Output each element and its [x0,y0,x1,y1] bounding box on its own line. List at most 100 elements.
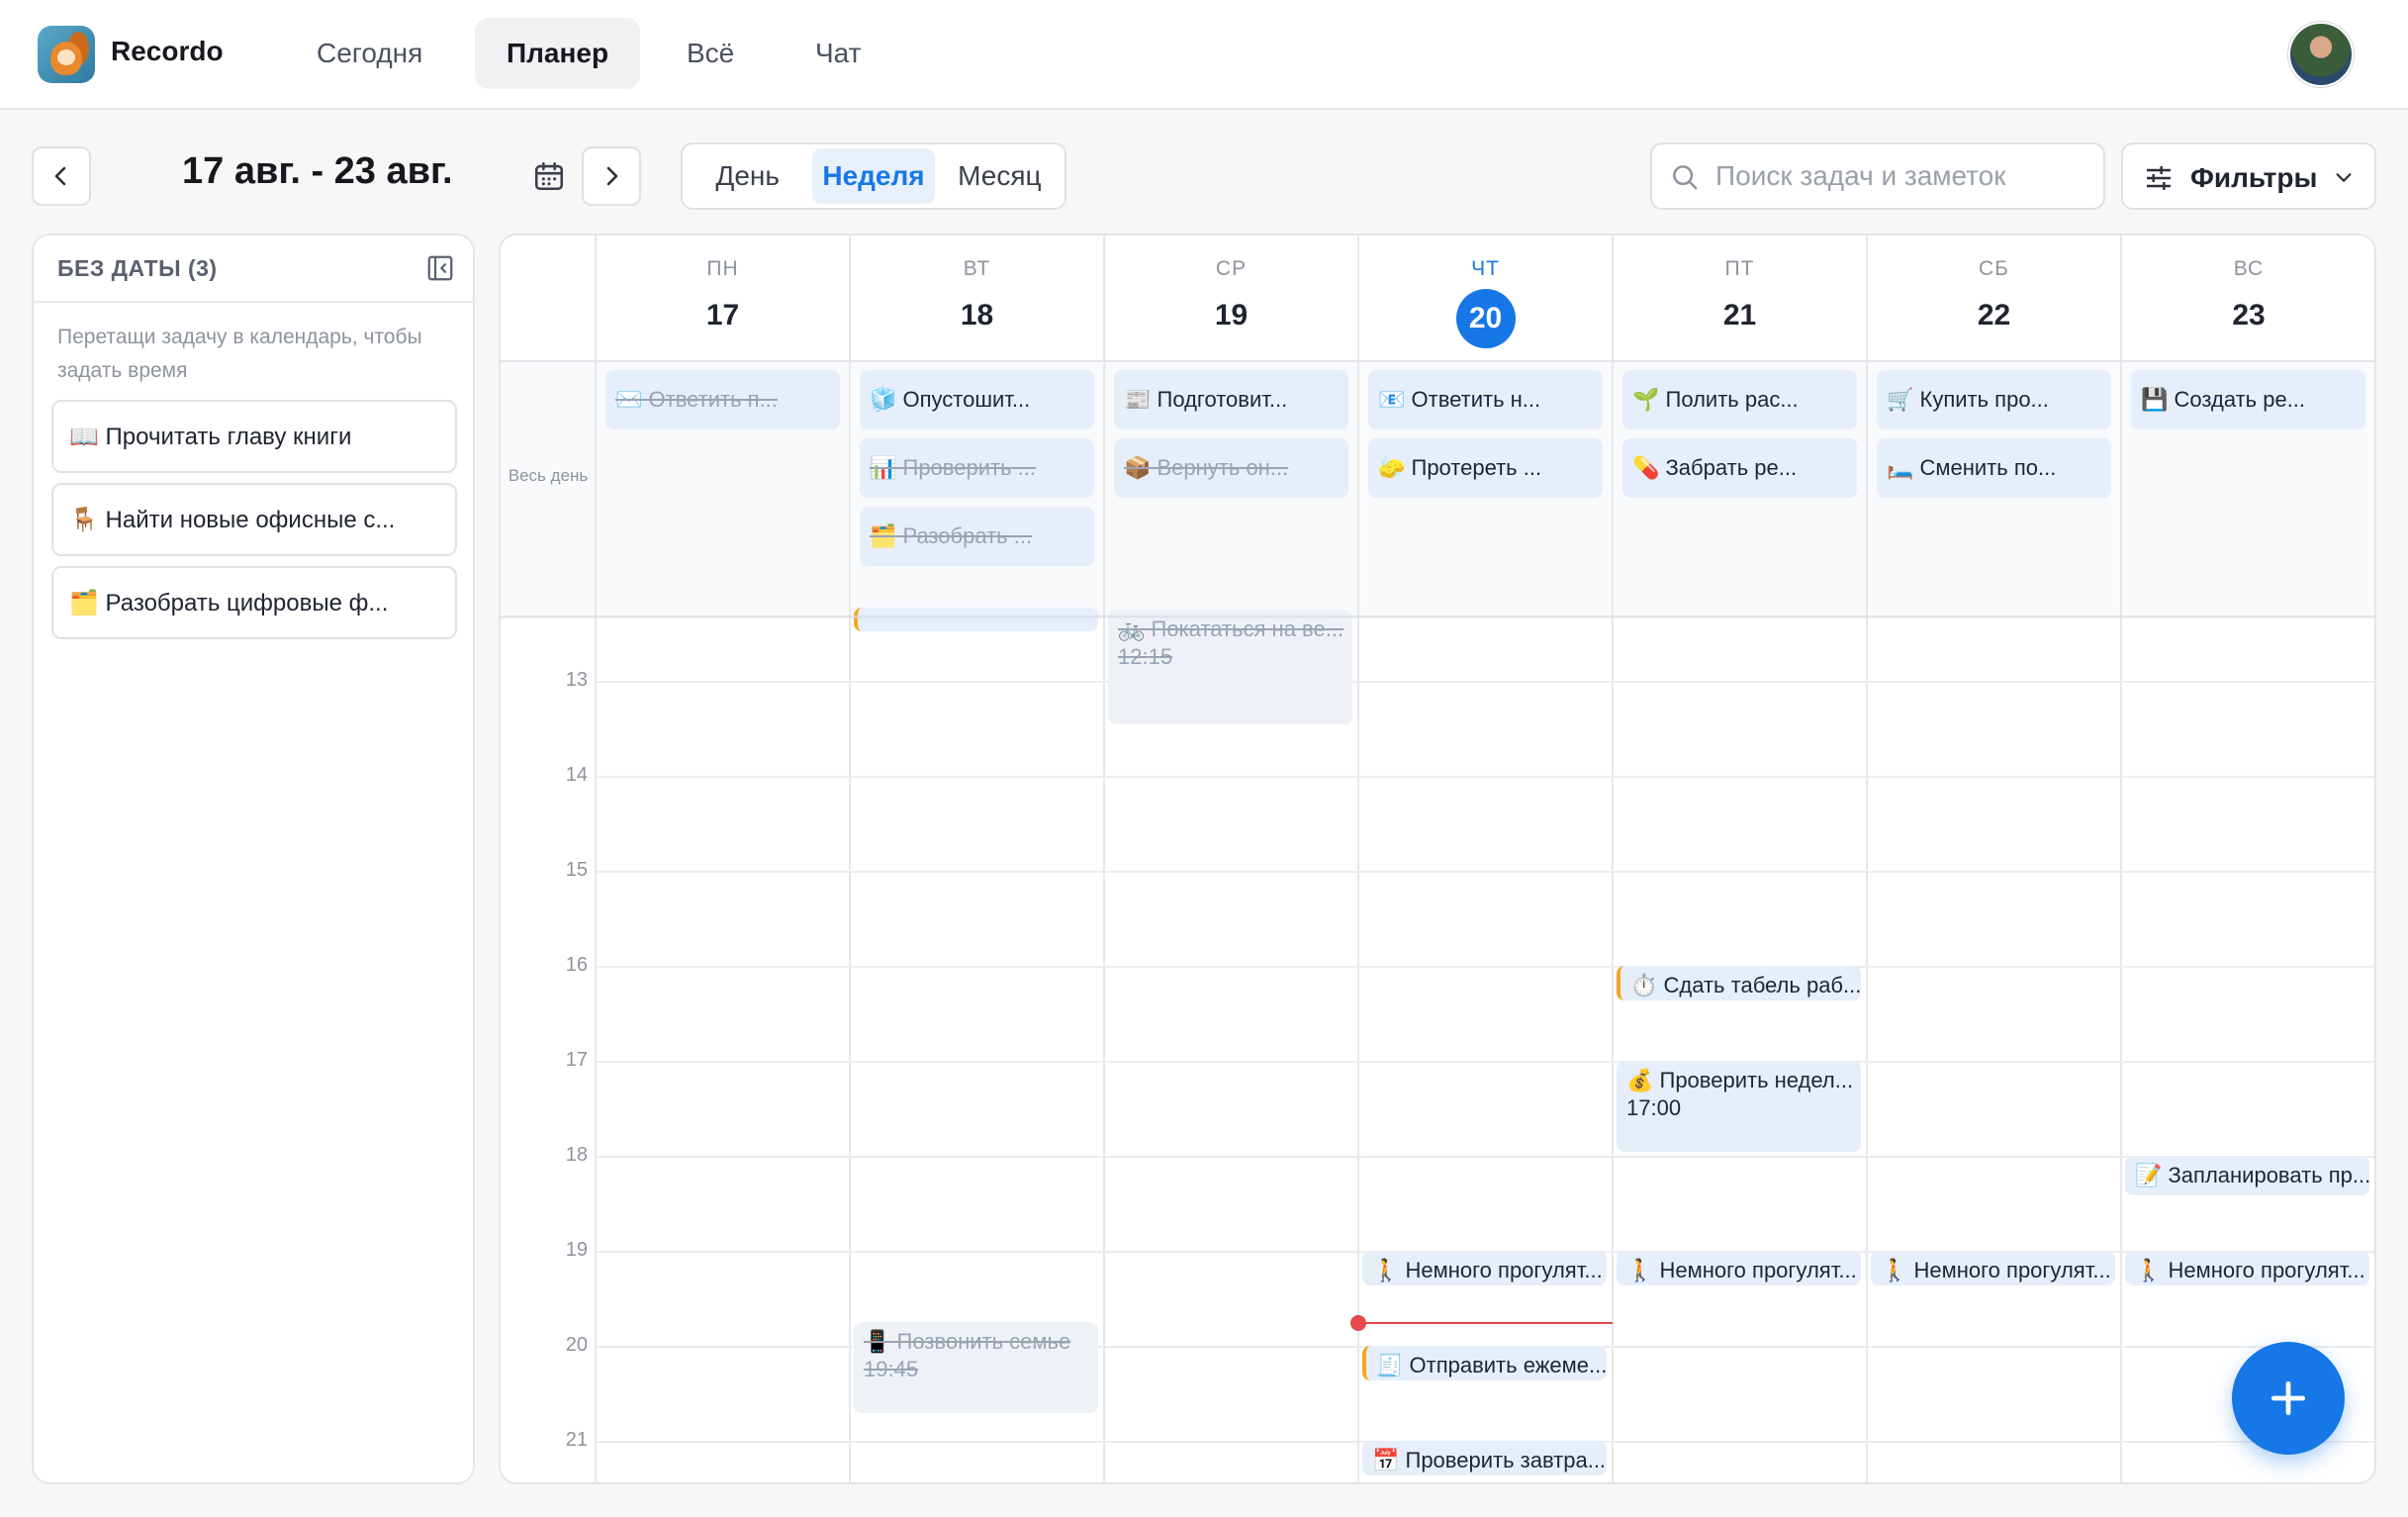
event-title: 🚶 Немного прогулят... [2135,1258,2365,1283]
current-time-dot [1350,1315,1366,1332]
day-header-sun[interactable]: ВС 23 [2121,236,2374,362]
calendar-event[interactable]: 🚶 Немного прогулят... [1362,1251,1607,1285]
hour-label: 17 [565,1049,588,1072]
header-divider [501,360,2374,362]
day-column-divider [1357,236,1359,1482]
all-day-task-chip[interactable]: 🧊 Опустошит... [860,370,1094,429]
day-of-week: ПН [706,257,739,280]
all-day-task-chip[interactable]: 🌱 Полить рас... [1622,370,1857,429]
event-title: 🚶 Немного прогулят... [1626,1258,1857,1283]
app-logo-icon[interactable] [38,26,95,83]
day-of-week: ВТ [963,257,991,280]
day-number: 23 [2232,299,2266,332]
hour-label: 13 [565,669,588,692]
calendar-event[interactable] [854,608,1098,631]
day-number: 21 [1722,299,1757,332]
calendar-event[interactable]: 💰 Проверить недел... 17:00 [1617,1061,1861,1153]
all-day-task-chip[interactable]: 💊 Забрать ре... [1622,438,1857,498]
all-day-task-chip[interactable]: 🧽 Протереть ... [1368,438,1603,498]
hour-label: 15 [565,859,588,882]
hour-gridline [596,1061,2374,1064]
hour-gridline [596,776,2374,779]
all-day-task-chip[interactable]: ✉️ Ответить п... [605,370,840,429]
app-name: Recordo [111,36,224,66]
event-title: 🚶 Немного прогулят... [1881,1258,2111,1283]
undated-panel-hint: Перетащи задачу в календарь, чтобы задат… [57,326,422,382]
user-avatar[interactable] [2288,22,2354,87]
next-week-button[interactable] [582,146,641,206]
undated-task-item[interactable]: 📖 Прочитать главу книги [51,400,457,473]
all-day-task-chip[interactable]: 📧 Ответить н... [1368,370,1603,429]
hour-label: 21 [565,1429,588,1452]
all-day-task-chip[interactable]: 🗂️ Разобрать ... [860,507,1094,566]
day-header-tue[interactable]: ВТ 18 [850,236,1104,362]
filters-button[interactable]: Фильтры [2121,142,2376,210]
nav-tab-chat[interactable]: Чат [784,18,892,89]
calendar-event[interactable]: 🧾 Отправить ежеме... [1362,1346,1607,1380]
hour-gridline [596,966,2374,969]
undated-task-item[interactable]: 🪑 Найти новые офисные с... [51,483,457,556]
day-of-week: СБ [1979,257,2009,280]
hour-label: 16 [565,954,588,977]
calendar-event[interactable]: 📅 Проверить завтра... [1362,1441,1607,1475]
calendar-event[interactable]: 🚲 Покататься на ве... 12:15 [1108,610,1352,725]
view-day-button[interactable]: День [687,148,808,204]
event-title: 📅 Проверить завтра... [1372,1448,1607,1473]
day-of-week: ВС [2233,257,2265,280]
event-time: 12:15 [1118,644,1173,670]
today-day-number: 20 [1455,289,1516,348]
calendar-event[interactable]: 🚶 Немного прогулят... [1617,1251,1861,1285]
hour-label: 20 [565,1334,588,1357]
day-header-mon[interactable]: ПН 17 [596,236,850,362]
day-number: 19 [1214,299,1249,332]
event-title: 🚲 Покататься на ве... [1118,616,1344,642]
day-header-sat[interactable]: СБ 22 [1867,236,2121,362]
all-day-task-chip[interactable]: 🛒 Купить про... [1877,370,2111,429]
event-title: ⏱️ Сдать табель раб... [1630,973,1861,998]
calendar-event[interactable]: 📱 Позвонить семье 19:45 [854,1322,1098,1414]
undated-tasks-panel: БЕЗ ДАТЫ (3) Перетащи задачу в календарь… [32,234,475,1484]
date-range-title: 17 авг. - 23 авг. [182,150,453,192]
all-day-task-chip[interactable]: 📊 Проверить ... [860,438,1094,498]
day-header-fri[interactable]: ПТ 21 [1613,236,1867,362]
hour-gridline [596,681,2374,684]
day-header-wed[interactable]: СР 19 [1104,236,1358,362]
collapse-panel-icon[interactable] [425,253,455,283]
event-title: 🧾 Отправить ежеме... [1376,1353,1607,1378]
search-icon [1673,165,1698,190]
hour-label: 18 [565,1144,588,1167]
day-column-divider [849,236,851,1482]
add-task-button[interactable] [2232,1342,2345,1455]
day-column-divider [2120,236,2122,1482]
hour-gridline [596,871,2374,874]
nav-tab-today[interactable]: Сегодня [285,18,454,89]
search-input[interactable] [1715,154,2091,198]
back-chevron-icon [54,166,66,186]
calendar-icon[interactable] [532,159,566,193]
all-day-task-chip[interactable]: 🛏️ Сменить по... [1877,438,2111,498]
all-day-task-chip[interactable]: 📦 Вернуть он... [1114,438,1348,498]
day-header-thu[interactable]: ЧТ 20 [1358,236,1613,362]
hour-label: 19 [565,1239,588,1262]
undated-panel-header: БЕЗ ДАТЫ (3) [34,236,473,303]
all-day-task-chip[interactable]: 💾 Создать ре... [2131,370,2365,429]
calendar-event[interactable]: 🚶 Немного прогулят... [1871,1251,2115,1285]
hour-label: 14 [565,764,588,787]
nav-tab-planner[interactable]: Планер [475,18,641,89]
view-month-button[interactable]: Месяц [939,148,1061,204]
view-week-button[interactable]: Неделя [812,148,935,204]
day-column-divider [1612,236,1614,1482]
calendar-event[interactable]: ⏱️ Сдать табель раб... [1617,966,1861,1000]
previous-week-button[interactable] [32,146,91,206]
nav-tab-all[interactable]: Всё [655,18,766,89]
day-number: 18 [960,299,994,332]
calendar-event[interactable]: 🚶 Немного прогулят... [2125,1251,2369,1285]
all-day-task-chip[interactable]: 📰 Подготовит... [1114,370,1348,429]
undated-panel-title: БЕЗ ДАТЫ (3) [57,255,218,281]
all-day-label: Весь день [508,466,589,485]
day-column-divider [1103,236,1105,1482]
day-of-week: СР [1215,257,1248,280]
top-navigation-bar: Recordo Сегодня Планер Всё Чат [0,0,2408,110]
undated-task-item[interactable]: 🗂️ Разобрать цифровые ф... [51,566,457,639]
calendar-event[interactable]: 📝 Запланировать пр... [2125,1156,2369,1195]
